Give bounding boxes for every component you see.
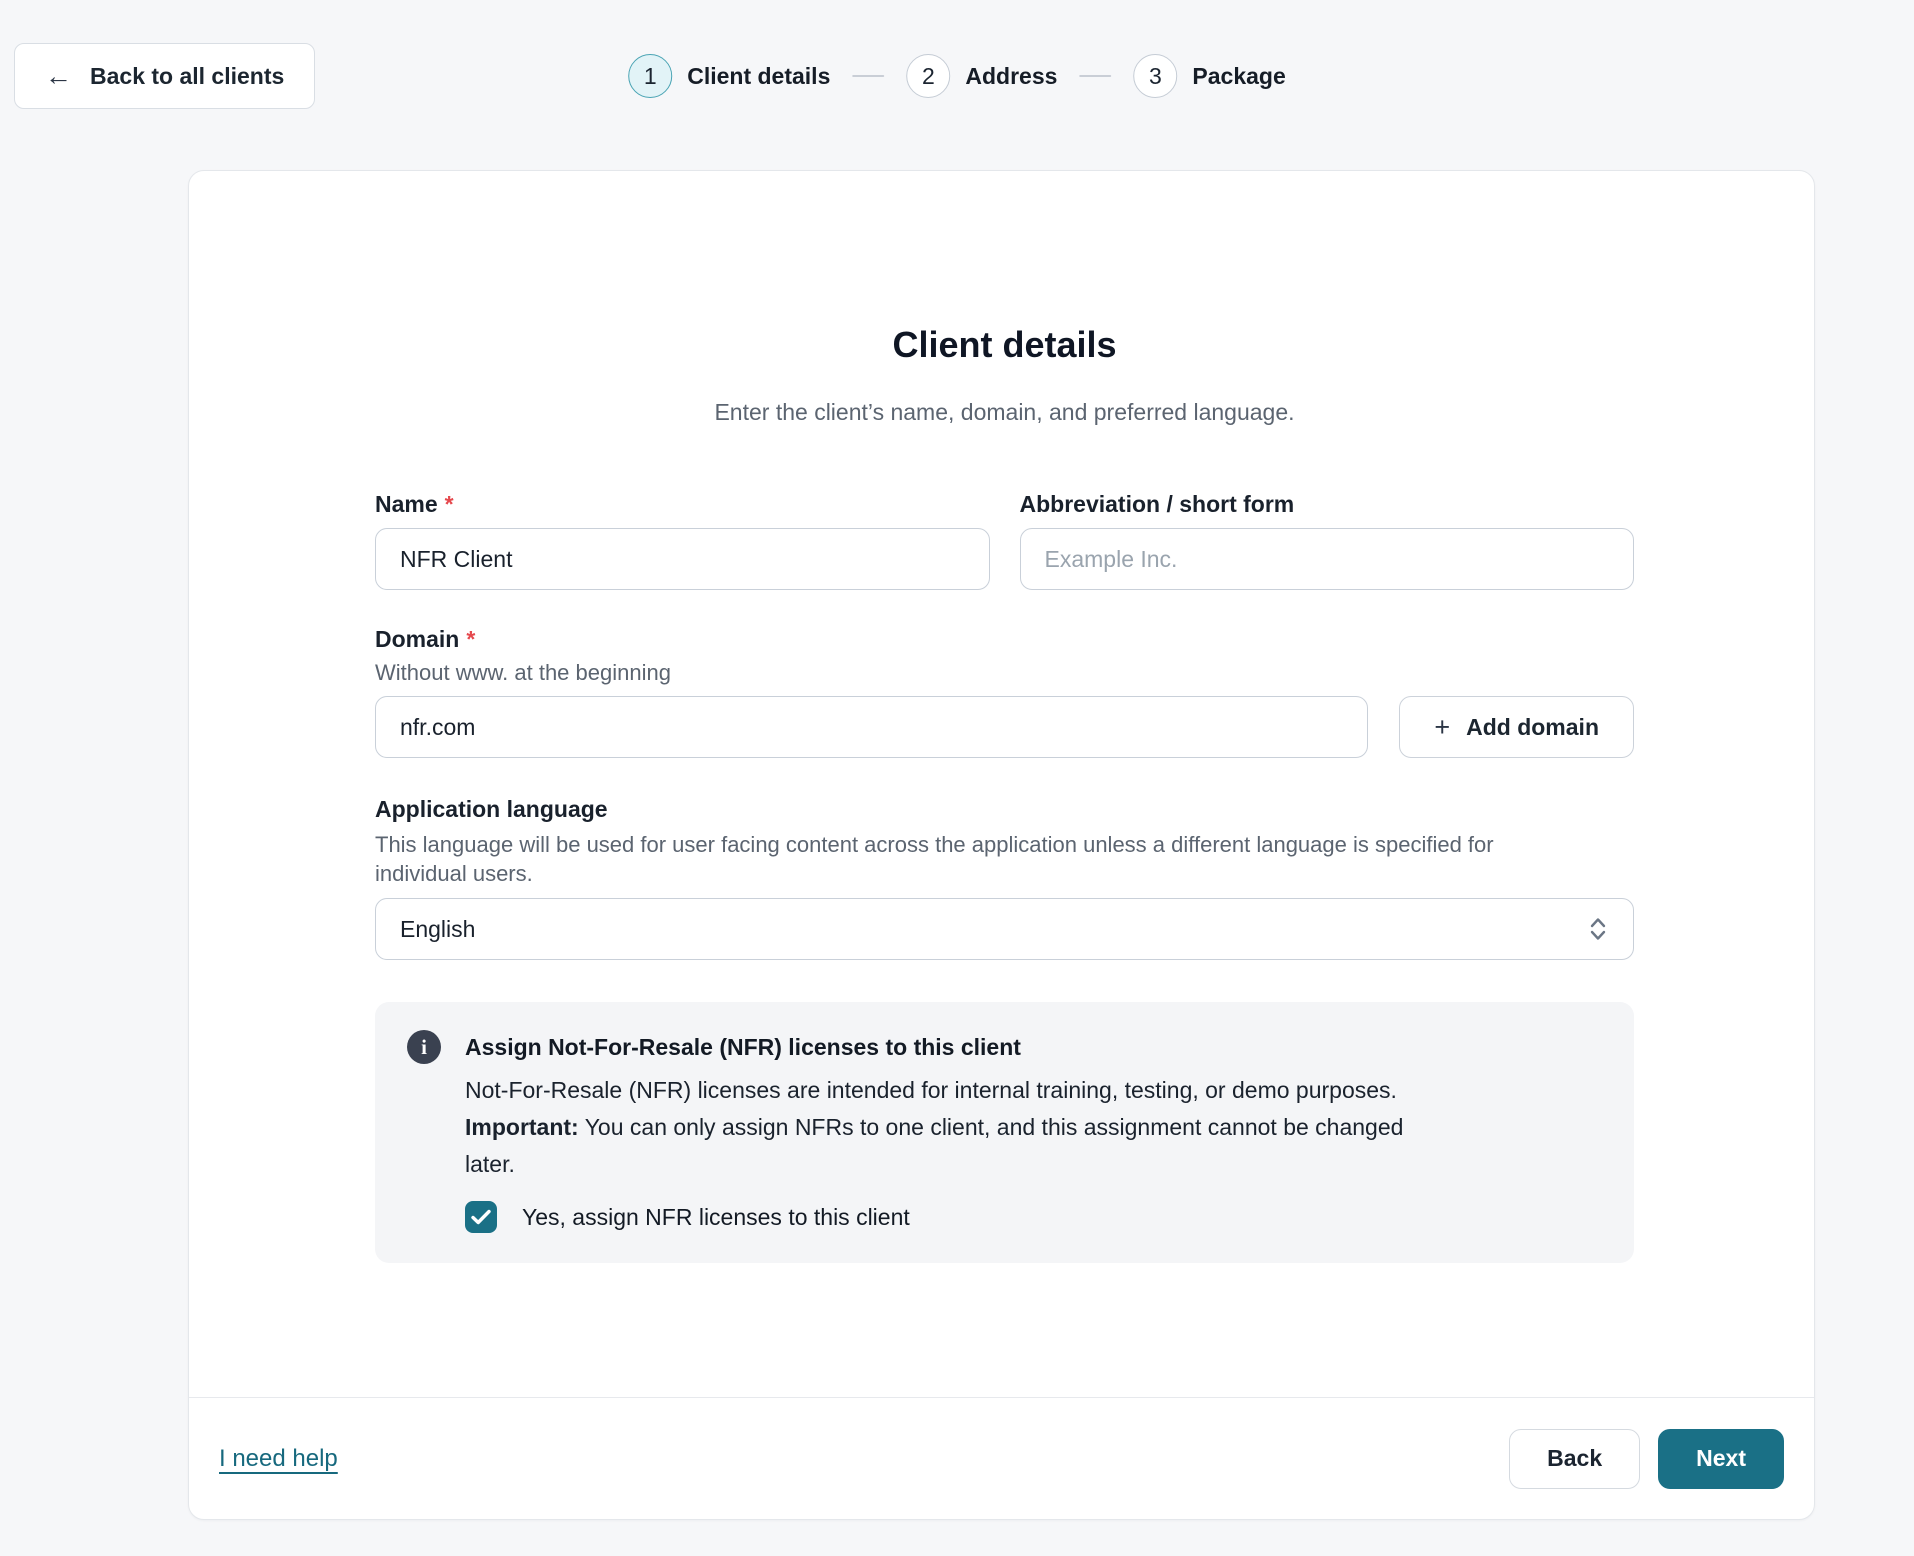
nfr-checkbox-row: Yes, assign NFR licenses to this client (465, 1201, 1403, 1233)
required-asterisk: * (466, 626, 475, 652)
step-2-circle: 2 (906, 54, 950, 98)
next-button[interactable]: Next (1658, 1429, 1784, 1489)
domain-label: Domain* (375, 624, 1634, 654)
step-address[interactable]: 2 Address (906, 54, 1057, 98)
wizard-stepper: 1 Client details 2 Address 3 Package (628, 54, 1286, 98)
step-2-label: Address (965, 63, 1057, 90)
help-link[interactable]: I need help (219, 1445, 338, 1473)
add-domain-label: Add domain (1466, 714, 1599, 741)
abbreviation-label: Abbreviation / short form (1020, 489, 1635, 519)
nfr-info-box: i Assign Not-For-Resale (NFR) licenses t… (375, 1002, 1634, 1263)
step-1-circle: 1 (628, 54, 672, 98)
client-details-card: Client details Enter the client’s name, … (188, 170, 1815, 1520)
arrow-left-icon: ← (45, 63, 72, 90)
language-label: Application language (375, 794, 1634, 824)
page-title: Client details (375, 323, 1634, 367)
card-footer: I need help Back Next (189, 1397, 1814, 1519)
card-content: Client details Enter the client’s name, … (189, 171, 1814, 1397)
language-field-group: Application language This language will … (375, 794, 1634, 960)
info-icon: i (407, 1030, 441, 1064)
step-connector (1079, 75, 1111, 78)
back-button[interactable]: Back (1509, 1429, 1640, 1489)
domain-field-group: Domain* Without www. at the beginning + … (375, 624, 1634, 758)
back-button-label: Back to all clients (90, 63, 284, 90)
step-connector (852, 75, 884, 78)
step-3-circle: 3 (1133, 54, 1177, 98)
required-asterisk: * (445, 491, 454, 517)
chevron-up-down-icon (1585, 914, 1611, 944)
page-subtitle: Enter the client’s name, domain, and pre… (375, 397, 1634, 427)
step-package[interactable]: 3 Package (1133, 54, 1285, 98)
step-client-details[interactable]: 1 Client details (628, 54, 830, 98)
nfr-body: Not-For-Resale (NFR) licenses are intend… (465, 1072, 1403, 1183)
plus-icon: + (1434, 714, 1450, 741)
language-description: This language will be used for user faci… (375, 830, 1634, 888)
back-to-all-clients-button[interactable]: ← Back to all clients (14, 43, 315, 109)
nfr-checkbox-label: Yes, assign NFR licenses to this client (522, 1204, 910, 1231)
nfr-title: Assign Not-For-Resale (NFR) licenses to … (465, 1030, 1403, 1064)
nfr-checkbox[interactable] (465, 1201, 497, 1233)
name-input[interactable] (375, 528, 990, 590)
client-details-form: Name* Abbreviation / short form Domain* … (375, 489, 1634, 1263)
language-selected-value: English (400, 916, 475, 943)
step-1-label: Client details (687, 63, 830, 90)
name-field-group: Name* (375, 489, 990, 590)
nfr-content: Assign Not-For-Resale (NFR) licenses to … (465, 1030, 1403, 1233)
step-3-label: Package (1192, 63, 1285, 90)
checkmark-icon (471, 1209, 491, 1225)
language-select[interactable]: English (375, 898, 1634, 960)
abbreviation-input[interactable] (1020, 528, 1635, 590)
domain-helper-text: Without www. at the beginning (375, 659, 1634, 687)
add-domain-button[interactable]: + Add domain (1399, 696, 1634, 758)
domain-input[interactable] (375, 696, 1368, 758)
name-label: Name* (375, 489, 990, 519)
abbreviation-field-group: Abbreviation / short form (1020, 489, 1635, 590)
